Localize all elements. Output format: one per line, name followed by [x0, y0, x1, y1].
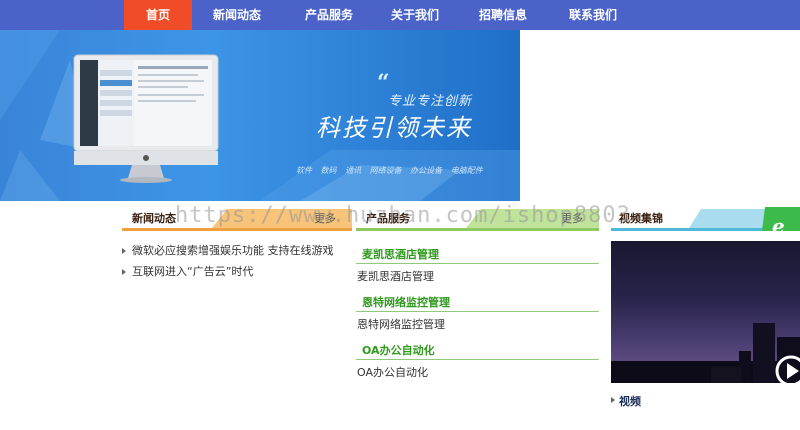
- e-logo-icon: e: [772, 214, 785, 231]
- news-item[interactable]: 互联网进入“广告云”时代: [122, 263, 334, 284]
- product-item[interactable]: OA办公自动化: [357, 364, 428, 380]
- video-header: e 视频集锦: [611, 207, 800, 231]
- nav-item-news[interactable]: 新闻动态: [202, 0, 272, 30]
- products-header: 产品服务 更多: [356, 207, 599, 231]
- news-header: 新闻动态 更多: [122, 207, 352, 231]
- product-category-title[interactable]: 麦凯思酒店管理: [362, 246, 439, 262]
- nav-item-products[interactable]: 产品服务: [290, 0, 368, 30]
- product-category: 麦凯思酒店管理: [356, 244, 599, 264]
- video-caption[interactable]: 视频: [611, 393, 641, 409]
- hero-banner: “ 专业专注创新 科技引领未来 软件 数码 通讯 网络设备 办公设备 电脑配件: [0, 30, 520, 201]
- news-title: 新闻动态: [132, 212, 176, 225]
- nav-item-home[interactable]: 首页: [124, 0, 192, 30]
- top-nav: 首页 新闻动态 产品服务 关于我们 招聘信息 联系我们: [0, 0, 800, 30]
- products-title: 产品服务: [366, 212, 410, 225]
- product-category-title[interactable]: OA办公自动化: [362, 342, 435, 358]
- banner-subtitle: 专业专注创新: [388, 94, 473, 109]
- product-item[interactable]: 恩特网络监控管理: [357, 316, 445, 332]
- video-title: 视频集锦: [619, 212, 663, 225]
- nav-item-about[interactable]: 关于我们: [380, 0, 450, 30]
- banner-tags: 软件 数码 通讯 网络设备 办公设备 电脑配件: [296, 166, 483, 175]
- nav-item-jobs[interactable]: 招聘信息: [468, 0, 538, 30]
- video-thumbnail: [611, 323, 800, 383]
- banner-title: 科技引领未来: [316, 114, 472, 142]
- product-category-title[interactable]: 恩特网络监控管理: [362, 294, 450, 310]
- products-more-link[interactable]: 更多: [561, 207, 583, 231]
- product-category: OA办公自动化: [356, 340, 599, 360]
- product-item[interactable]: 麦凯思酒店管理: [357, 268, 434, 284]
- nav-item-contact[interactable]: 联系我们: [558, 0, 628, 30]
- news-item[interactable]: 微软必应搜索增强娱乐功能 支持在线游戏: [122, 242, 334, 263]
- product-category: 恩特网络监控管理: [356, 292, 599, 312]
- news-more-link[interactable]: 更多: [314, 207, 336, 231]
- news-list: 微软必应搜索增强娱乐功能 支持在线游戏 互联网进入“广告云”时代: [122, 242, 334, 284]
- video-player[interactable]: [611, 241, 800, 383]
